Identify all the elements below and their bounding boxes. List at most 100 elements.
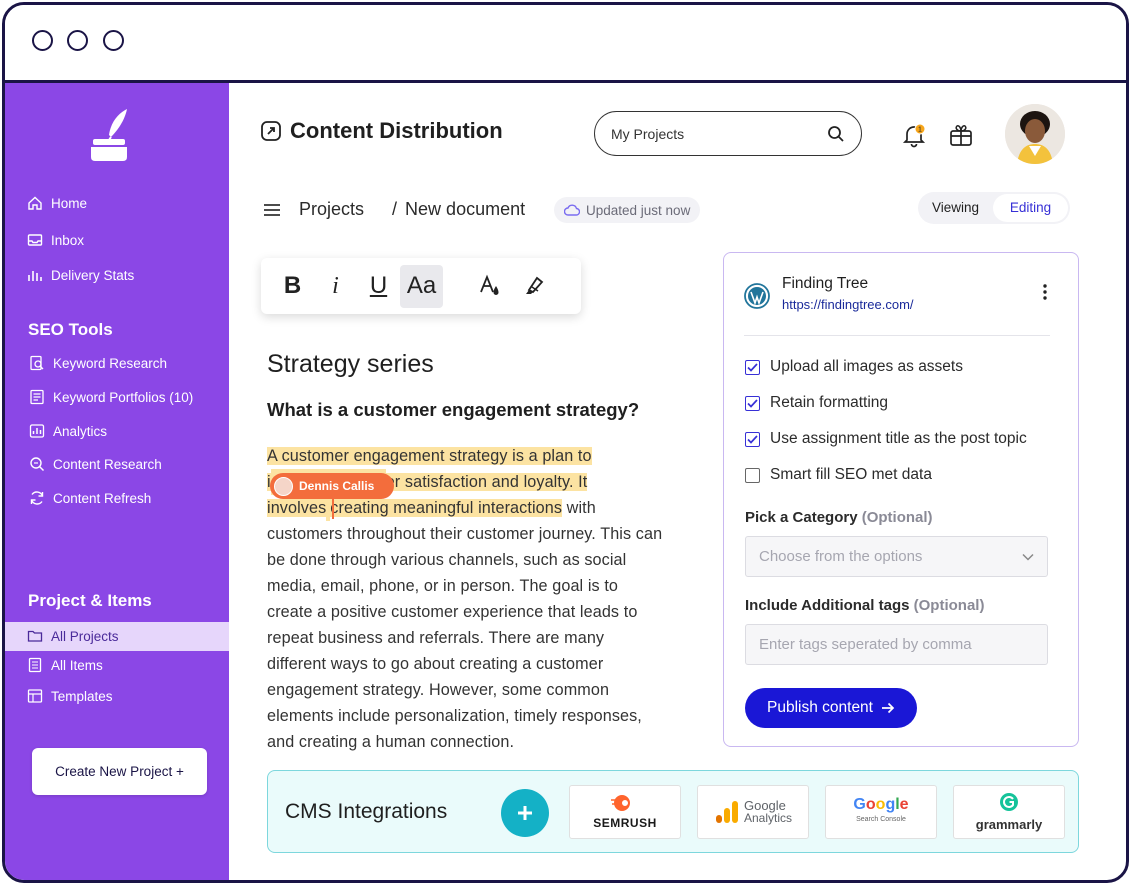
optional-tag: (Optional) [861,509,933,526]
window-minimize-button[interactable] [67,30,88,51]
avatar[interactable] [1005,104,1065,164]
option-assignment-title[interactable]: Use assignment title as the post topic [745,430,1027,448]
google-search-console-sub: Search Console [856,815,906,823]
cms-integrations-bar: CMS Integrations SEMRUSH Google Analytic… [267,770,1079,853]
option-label: Smart fill SEO met data [770,466,932,483]
semrush-integration[interactable]: SEMRUSH [569,785,681,839]
checkbox-unchecked[interactable] [745,467,760,483]
sync-status-badge: Updated just now [554,197,701,223]
chevron-down-icon [1022,553,1034,561]
cloud-icon [564,204,580,216]
templates-icon [27,689,43,703]
check-icon [747,362,758,372]
option-label: Upload all images as assets [770,358,963,375]
option-label: Use assignment title as the post topic [770,430,1027,447]
option-smart-fill-seo[interactable]: Smart fill SEO met data [745,466,932,484]
checkbox-checked[interactable] [745,431,760,447]
divider [744,335,1050,336]
checkbox-checked[interactable] [745,359,760,375]
arrow-right-icon [882,702,895,714]
window-maximize-button[interactable] [103,30,124,51]
notification-count: 1 [918,127,922,134]
bold-button[interactable]: B [271,265,314,308]
items-icon [28,657,42,673]
sidebar-item-all-projects[interactable]: All Projects [27,628,119,644]
sidebar-item-analytics[interactable]: Analytics [29,423,107,439]
collaborator-cursor [332,497,334,519]
document-title[interactable]: Strategy series [267,350,434,379]
plus-icon [518,806,532,820]
bar-chart-icon [28,271,42,281]
highlighter-icon [525,276,543,294]
gift-icon[interactable] [948,122,974,148]
search-input[interactable]: My Projects [594,111,862,156]
highlighted-text: A customer engagement strategy is a plan… [267,447,592,465]
projects-heading: Project & Items [28,591,152,610]
collaborator-avatar [274,476,293,496]
text-color-button[interactable] [468,265,511,308]
sidebar-item-label: All Projects [51,628,119,644]
sidebar-item-keyword-portfolios[interactable]: Keyword Portfolios (10) [29,389,193,405]
bell-icon[interactable]: 1 [901,122,927,148]
sidebar-item-templates[interactable]: Templates [27,688,113,704]
sidebar-item-home[interactable]: Home [27,195,87,211]
category-label: Pick a Category (Optional) [745,509,933,526]
add-integration-button[interactable] [501,789,549,837]
breadcrumb-projects[interactable]: Projects [299,199,364,220]
collaborator-tag: Dennis Callis [270,473,395,499]
input-placeholder: Enter tags seperated by comma [759,636,972,653]
sidebar-item-label: Content Research [53,456,162,472]
site-name: Finding Tree [782,275,869,292]
more-options-icon[interactable] [1040,283,1050,301]
menu-icon[interactable] [263,203,281,217]
site-url-link[interactable]: https://findingtree.com/ [782,297,914,312]
semrush-label: SEMRUSH [593,815,657,830]
check-icon [747,398,758,408]
mode-viewing-button[interactable]: Viewing [918,194,993,222]
underline-button[interactable]: U [357,265,400,308]
select-placeholder: Choose from the options [759,548,923,565]
format-toolbar: B i U Aa [261,258,581,314]
home-icon [28,196,42,210]
highlight-button[interactable] [511,265,554,308]
grammarly-integration[interactable]: grammarly [953,785,1065,839]
font-size-button[interactable]: Aa [400,264,443,308]
sidebar-item-label: Keyword Research [53,355,168,371]
sidebar-item-inbox[interactable]: Inbox [27,232,84,248]
search-icon[interactable] [827,125,845,143]
option-retain-formatting[interactable]: Retain formatting [745,394,888,412]
highlighted-text: creating meaningful interactions [330,499,563,517]
page-title: Content Distribution [260,118,503,144]
checkbox-checked[interactable] [745,395,760,411]
tags-input[interactable]: Enter tags seperated by comma [745,624,1048,665]
category-select[interactable]: Choose from the options [745,536,1048,577]
sidebar-item-content-refresh[interactable]: Content Refresh [29,490,151,506]
breadcrumb-separator: / [392,199,398,219]
document-subtitle[interactable]: What is a customer engagement strategy? [267,399,639,421]
mode-editing-button[interactable]: Editing [993,194,1068,222]
sidebar: Home Inbox Delivery Stats SEO Tools Keyw… [5,83,229,880]
sync-status-text: Updated just now [586,202,691,218]
option-upload-images[interactable]: Upload all images as assets [745,358,963,376]
sidebar-item-content-research[interactable]: Content Research [29,456,162,472]
highlighted-text: er satisfaction and loyalty. It [385,473,588,491]
ink-quill-logo[interactable] [87,107,131,163]
italic-button[interactable]: i [314,265,357,308]
create-new-project-button[interactable]: Create New Project + [32,748,207,795]
sidebar-item-all-items[interactable]: All Items [27,657,103,673]
google-search-console-integration[interactable]: Google Search Console [825,785,937,839]
sidebar-item-keyword-research[interactable]: Keyword Research [29,355,167,371]
semrush-logo-icon [610,794,630,811]
category-label-text: Pick a Category [745,509,858,526]
window-close-button[interactable] [32,30,53,51]
publish-content-button[interactable]: Publish content [745,688,917,728]
page-title-text: Content Distribution [290,118,503,143]
breadcrumb: Projects / New document [263,199,525,220]
inbox-icon [27,234,43,246]
site-header: Finding Tree https://findingtree.com/ [744,275,914,312]
google-analytics-integration[interactable]: Google Analytics [697,785,809,839]
keyword-research-icon [30,355,44,371]
sidebar-item-delivery-stats[interactable]: Delivery Stats [27,267,134,283]
cms-title: CMS Integrations [285,800,448,823]
sidebar-item-label: Content Refresh [53,490,152,506]
